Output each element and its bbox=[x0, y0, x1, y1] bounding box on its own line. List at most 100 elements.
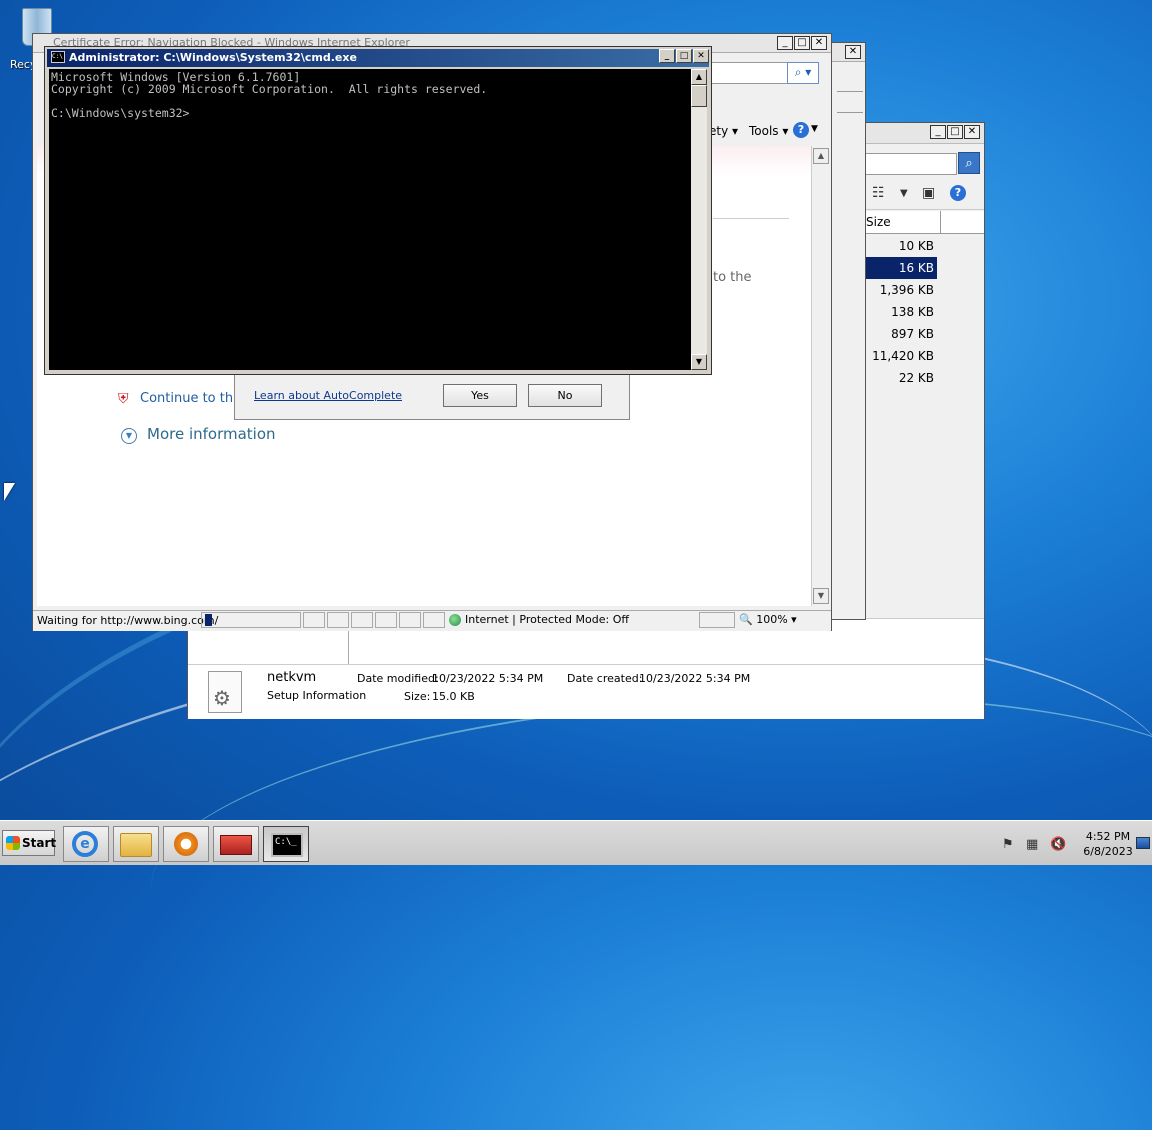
file-row-size[interactable]: 138 KB bbox=[863, 301, 937, 323]
continue-label[interactable]: Continue to this bbox=[140, 391, 244, 406]
ie-status-bar: Waiting for http://www.bing.com/ Interne… bbox=[33, 610, 831, 631]
taskbar: Start e C:\_ ⚑ ▦ 🔇 4:52 PM 6/8/2023 bbox=[0, 820, 1152, 865]
file-row-size[interactable]: 10 KB bbox=[863, 235, 937, 257]
scroll-up-icon[interactable]: ▲ bbox=[813, 148, 829, 164]
status-segment bbox=[375, 612, 397, 628]
volume-muted-icon[interactable]: 🔇 bbox=[1050, 837, 1066, 852]
maximize-button[interactable]: □ bbox=[947, 125, 963, 139]
cmd-icon: C:\ bbox=[51, 51, 65, 63]
taskbar-toolbox-app[interactable] bbox=[213, 826, 259, 862]
safety-menu[interactable]: ety ▾ bbox=[709, 124, 738, 138]
show-desktop-button[interactable] bbox=[1136, 837, 1150, 849]
chevron-down-icon[interactable]: ▼ bbox=[811, 124, 818, 134]
status-segment bbox=[303, 612, 325, 628]
zoom-label: 100% bbox=[756, 613, 788, 626]
internet-explorer-icon: e bbox=[72, 831, 98, 857]
start-button[interactable]: Start bbox=[2, 830, 57, 856]
chevron-down-icon[interactable]: ▼ bbox=[121, 428, 137, 444]
date-created-value: 10/23/2022 5:34 PM bbox=[639, 672, 751, 685]
details-file-name: netkvm bbox=[267, 670, 317, 685]
protected-mode-lock-icon[interactable] bbox=[699, 612, 735, 628]
search-icon[interactable]: ⌕ bbox=[958, 152, 980, 174]
taskbar-internet-explorer[interactable]: e bbox=[63, 826, 109, 862]
minimize-button[interactable]: _ bbox=[777, 36, 793, 50]
taskbar-windows-explorer[interactable] bbox=[113, 826, 159, 862]
progress-bar bbox=[205, 614, 212, 626]
setup-information-file-icon: ⚙ bbox=[208, 671, 242, 713]
close-button[interactable]: ✕ bbox=[845, 45, 861, 59]
date-created-label: Date created: bbox=[567, 672, 643, 685]
search-icon[interactable]: ⌕ ▾ bbox=[787, 62, 819, 84]
status-segment bbox=[423, 612, 445, 628]
file-row-size[interactable]: 16 KB bbox=[863, 257, 937, 279]
tools-menu[interactable]: Tools ▾ bbox=[749, 124, 788, 138]
autocomplete-dialog: Learn about AutoComplete Yes No bbox=[234, 374, 630, 420]
date-modified-value: 10/23/2022 5:34 PM bbox=[432, 672, 544, 685]
console-output[interactable]: Microsoft Windows [Version 6.1.7601] Cop… bbox=[49, 69, 691, 370]
system-tray: ⚑ ▦ 🔇 4:52 PM 6/8/2023 bbox=[994, 827, 1152, 863]
globe-icon bbox=[449, 614, 461, 626]
status-segment bbox=[351, 612, 373, 628]
start-label: Start bbox=[22, 836, 57, 850]
scroll-down-icon[interactable]: ▼ bbox=[813, 588, 829, 604]
details-file-type: Setup Information bbox=[267, 689, 367, 702]
view-options-icon[interactable]: ☷ bbox=[872, 185, 885, 201]
close-button[interactable]: ✕ bbox=[811, 36, 827, 50]
network-icon[interactable]: ▦ bbox=[1026, 837, 1038, 852]
cmd-vertical-scrollbar[interactable]: ▲ ▼ bbox=[691, 69, 707, 370]
preview-pane-icon[interactable]: ▣ bbox=[922, 185, 935, 201]
file-row-size[interactable]: 11,420 KB bbox=[863, 345, 937, 367]
size-label: Size: bbox=[404, 690, 431, 703]
scroll-up-icon[interactable]: ▲ bbox=[691, 69, 707, 85]
yes-button[interactable]: Yes bbox=[443, 384, 517, 407]
scroll-thumb[interactable] bbox=[691, 85, 707, 107]
zoom-level[interactable]: 🔍 100% ▾ bbox=[739, 613, 797, 626]
scroll-down-icon[interactable]: ▼ bbox=[691, 354, 707, 370]
learn-about-autocomplete-link[interactable]: Learn about AutoComplete bbox=[254, 389, 402, 402]
ie-window-controls: _ □ ✕ bbox=[777, 36, 827, 50]
size-column-header[interactable]: Size bbox=[863, 211, 984, 234]
help-icon[interactable]: ? bbox=[950, 185, 966, 201]
close-button[interactable]: ✕ bbox=[964, 125, 980, 139]
cmd-window-controls: _ □ ✕ bbox=[659, 49, 709, 63]
divider bbox=[713, 218, 789, 219]
cmd-window-title: Administrator: C:\Windows\System32\cmd.e… bbox=[69, 51, 357, 64]
clock-date: 6/8/2023 bbox=[1083, 845, 1133, 858]
chevron-down-icon[interactable]: ▼ bbox=[900, 188, 908, 199]
cmd-title-bar[interactable]: C:\ Administrator: C:\Windows\System32\c… bbox=[47, 49, 709, 67]
taskbar-media-player[interactable] bbox=[163, 826, 209, 862]
ie-vertical-scrollbar[interactable]: ▲ ▼ bbox=[811, 146, 830, 606]
status-segment bbox=[327, 612, 349, 628]
file-row-size[interactable]: 897 KB bbox=[863, 323, 937, 345]
minimize-button[interactable]: _ bbox=[659, 49, 675, 63]
details-pane: ⚙ netkvm Setup Information Date modified… bbox=[188, 664, 984, 719]
maximize-button[interactable]: □ bbox=[676, 49, 692, 63]
size-value: 15.0 KB bbox=[432, 690, 475, 703]
date-modified-label: Date modified: bbox=[357, 672, 439, 685]
close-button[interactable]: ✕ bbox=[693, 49, 709, 63]
cmd-window[interactable]: C:\ Administrator: C:\Windows\System32\c… bbox=[44, 46, 712, 375]
file-list: 10 KB 16 KB 1,396 KB 138 KB 897 KB 11,420 KB 2… bbox=[863, 235, 984, 389]
column-separator[interactable] bbox=[940, 211, 941, 233]
security-zone[interactable]: Internet | Protected Mode: Off bbox=[449, 613, 629, 626]
file-row-size[interactable]: 1,396 KB bbox=[863, 279, 937, 301]
size-header-label: Size bbox=[866, 215, 891, 229]
media-player-icon bbox=[174, 832, 198, 856]
help-icon[interactable]: ? bbox=[793, 122, 809, 138]
zone-label: Internet | Protected Mode: Off bbox=[465, 613, 629, 626]
command-prompt-icon: C:\_ bbox=[271, 833, 303, 857]
status-text: Waiting for http://www.bing.com/ bbox=[37, 614, 219, 627]
minimize-button[interactable]: _ bbox=[930, 125, 946, 139]
action-center-flag-icon[interactable]: ⚑ bbox=[1002, 837, 1014, 852]
shield-x-icon: ⛨ bbox=[118, 391, 129, 407]
page-text-fragment: to the bbox=[713, 270, 752, 285]
more-information-label[interactable]: More information bbox=[147, 425, 276, 443]
no-button[interactable]: No bbox=[528, 384, 602, 407]
file-row-size[interactable]: 22 KB bbox=[863, 367, 937, 389]
maximize-button[interactable]: □ bbox=[794, 36, 810, 50]
clock[interactable]: 4:52 PM 6/8/2023 bbox=[1078, 829, 1138, 859]
taskbar-command-prompt[interactable]: C:\_ bbox=[263, 826, 309, 862]
ie-background-window-controls: ✕ bbox=[845, 45, 861, 59]
explorer-search-input[interactable] bbox=[863, 153, 957, 175]
clock-time: 4:52 PM bbox=[1085, 830, 1131, 843]
